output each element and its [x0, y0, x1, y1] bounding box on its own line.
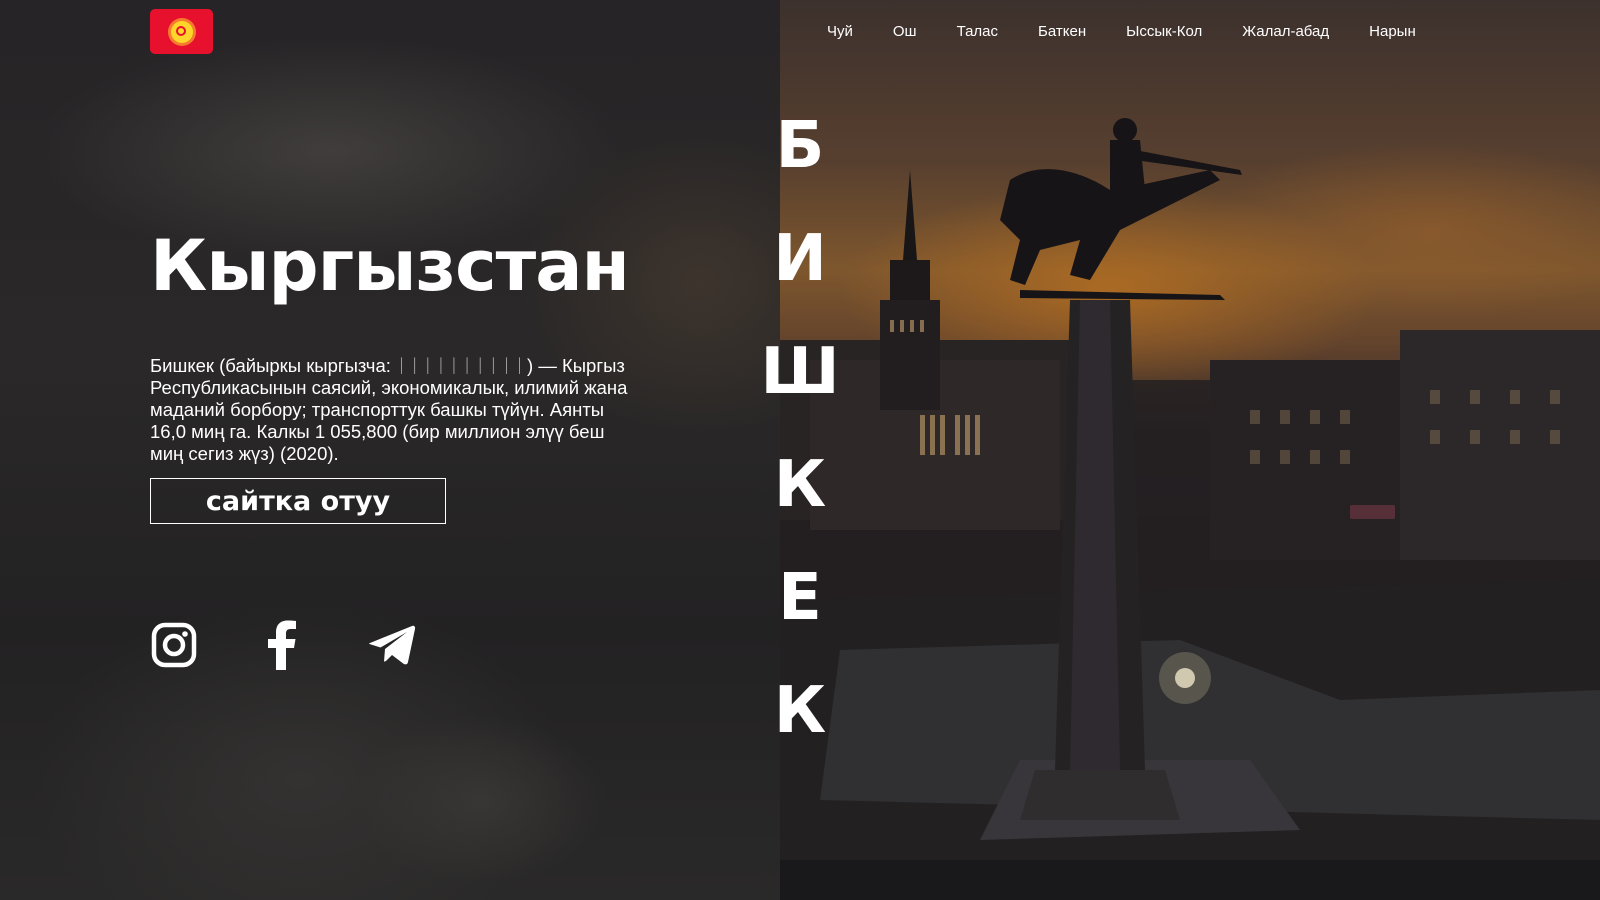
region-nav: Чуй Ош Талас Баткен Ысcык-Кол Жалал-абад… [827, 22, 1416, 42]
nav-link-osh[interactable]: Ош [893, 22, 917, 42]
landing-page: Чуй Ош Талас Баткен Ысcык-Кол Жалал-абад… [0, 0, 1600, 900]
telegram-icon[interactable] [368, 620, 416, 670]
nav-link-issyk-kul[interactable]: Ысcык-Кол [1126, 22, 1202, 42]
vertical-letter: К [773, 674, 827, 748]
nav-link-chui[interactable]: Чуй [827, 22, 853, 42]
city-silhouette-illustration [780, 0, 1600, 900]
nav-link-naryn[interactable]: Нарын [1369, 22, 1416, 42]
instagram-icon[interactable] [150, 620, 198, 670]
vertical-letter: Б [775, 109, 825, 183]
vertical-city-name: Б И Ш К Е К [760, 90, 840, 768]
nav-link-talas[interactable]: Талас [957, 22, 998, 42]
vertical-letter: К [773, 448, 827, 522]
vertical-letter: Е [778, 561, 822, 635]
nav-link-jalal-abad[interactable]: Жалал-абад [1242, 22, 1329, 42]
vertical-letter: И [773, 222, 827, 296]
nav-link-batken[interactable]: Баткен [1038, 22, 1086, 42]
background-photo [780, 0, 1600, 900]
facebook-icon[interactable] [258, 620, 306, 670]
hero-description-start: Бишкек (байыркы кыргызча: [150, 355, 397, 376]
flag-sun-emblem [170, 20, 193, 43]
old-script-glyphs: ᛁᛁᛁᛁᛁᛁᛁᛁᛁᛁ [396, 355, 528, 376]
visit-site-button[interactable]: сайтка отуу [150, 478, 446, 524]
hero-title: Кыргызстан [150, 225, 630, 307]
kyrgyzstan-flag-icon[interactable] [150, 9, 213, 54]
hero-description: Бишкек (байыркы кыргызча: ᛁᛁᛁᛁᛁᛁᛁᛁᛁᛁ) — … [150, 355, 628, 465]
vertical-letter: Ш [760, 335, 840, 409]
